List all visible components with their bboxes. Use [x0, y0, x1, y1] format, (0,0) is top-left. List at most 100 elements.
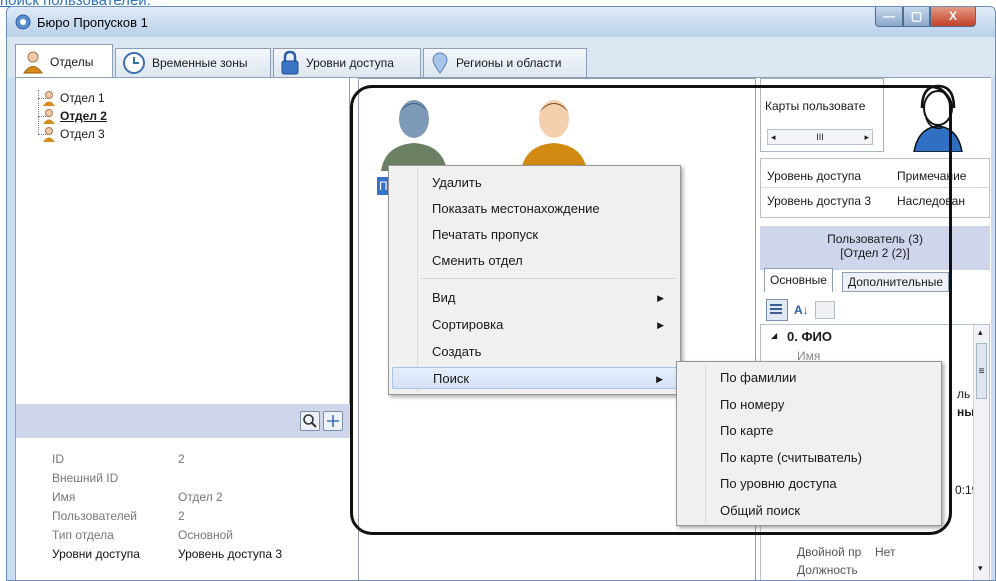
- categorized-icon: [770, 304, 782, 314]
- app-icon: [15, 14, 31, 30]
- tree-item-department-3[interactable]: Отдел 3: [42, 126, 105, 142]
- menu-item-label: Общий поиск: [720, 503, 801, 518]
- maximize-button[interactable]: ▢: [903, 7, 930, 27]
- menu-item-search-by-card-reader[interactable]: По карте (считыватель): [680, 447, 938, 469]
- menu-item-label: По фамилии: [720, 370, 797, 385]
- menu-item-label: По номеру: [720, 397, 785, 412]
- tree-item-label: Отдел 3: [60, 127, 105, 141]
- tree-item-department-1[interactable]: Отдел 1: [42, 90, 105, 106]
- section-title: 0. ФИО: [787, 329, 833, 344]
- department-panel: Отдел 1 Отдел 2 Отдел 3 ID 2 Внешний ID …: [16, 78, 350, 580]
- subtab-main[interactable]: Основные: [764, 268, 833, 292]
- vertical-scrollbar[interactable]: ▴ ≡ ▾: [973, 325, 989, 580]
- user-caption-line-2: [Отдел 2 (2)]: [840, 246, 910, 260]
- tab-label: Временные зоны: [152, 56, 248, 70]
- prop-row-id: ID 2: [52, 452, 185, 468]
- person-icon: [43, 127, 55, 142]
- tree-item-department-2[interactable]: Отдел 2: [42, 108, 107, 124]
- table-cell[interactable]: Наследован: [897, 194, 965, 208]
- menu-item-search[interactable]: Поиск ▶: [392, 367, 678, 389]
- prop-value: 2: [178, 452, 185, 466]
- person-icon: [23, 51, 43, 73]
- title-bar: Бюро Пропусков 1 — ▢ X: [7, 7, 995, 37]
- menu-item-view[interactable]: Вид ▶: [392, 287, 678, 309]
- search-button[interactable]: [300, 411, 320, 431]
- collapse-arrow[interactable]: ◢: [771, 331, 777, 340]
- minimize-button[interactable]: —: [875, 7, 903, 27]
- position-label: Должность: [797, 563, 858, 577]
- access-table: Уровень доступа Примечание Уровень досту…: [760, 158, 990, 218]
- location-pin-icon: [432, 52, 448, 74]
- prop-row-access-levels: Уровни доступа Уровень доступа 3: [52, 547, 282, 563]
- property-pages-button[interactable]: [814, 301, 835, 319]
- horizontal-scrollbar[interactable]: ◂ III ▸: [767, 129, 873, 145]
- menu-item-search-by-surname[interactable]: По фамилии: [680, 367, 938, 389]
- submenu-arrow-icon: ▶: [657, 320, 664, 330]
- menu-item-search-by-access-level[interactable]: По уровню доступа: [680, 473, 938, 495]
- person-icon: [43, 91, 55, 106]
- menu-item-search-by-card[interactable]: По карте: [680, 420, 938, 442]
- menu-item-sort[interactable]: Сортировка ▶: [392, 314, 678, 336]
- window-title: Бюро Пропусков 1: [37, 15, 148, 30]
- scroll-up-arrow[interactable]: ▴: [978, 327, 983, 338]
- scroll-thumb[interactable]: III: [816, 132, 824, 142]
- user-caption-line-1: Пользователь (3): [827, 232, 923, 246]
- prop-row-external-id: Внешний ID: [52, 471, 178, 487]
- menu-item-label: Сменить отдел: [432, 253, 523, 268]
- menu-item-label: Поиск: [433, 371, 470, 386]
- menu-item-label: Создать: [432, 344, 482, 359]
- menu-item-label: Сортировка: [432, 317, 504, 332]
- add-button[interactable]: [323, 411, 343, 431]
- alphabetical-sort-button[interactable]: A↓: [794, 303, 809, 317]
- lock-icon: [281, 50, 299, 75]
- scroll-right-arrow[interactable]: ▸: [864, 132, 869, 143]
- search-icon: [303, 414, 317, 428]
- menu-item-label: Удалить: [432, 175, 482, 190]
- tab-regions[interactable]: Регионы и области: [423, 48, 587, 77]
- scroll-thumb[interactable]: ≡: [976, 343, 987, 399]
- menu-item-create[interactable]: Создать: [392, 341, 678, 363]
- menu-item-change-department[interactable]: Сменить отдел: [392, 250, 678, 272]
- tab-departments[interactable]: Отделы: [15, 44, 113, 78]
- scroll-down-arrow[interactable]: ▾: [978, 563, 983, 574]
- property-toolbar: A↓: [766, 296, 990, 324]
- prop-key: Тип отдела: [52, 528, 114, 542]
- menu-separator: [421, 278, 676, 279]
- menu-item-print-pass[interactable]: Печатать пропуск: [392, 224, 678, 246]
- search-submenu: По фамилии По номеру По карте По карте (…: [676, 361, 942, 526]
- tab-time-zones[interactable]: Временные зоны: [115, 48, 271, 77]
- table-cell[interactable]: Уровень доступа 3: [767, 194, 871, 208]
- tab-label: Отделы: [50, 54, 94, 69]
- prop-key: Пользователей: [52, 509, 137, 523]
- menu-item-label: Вид: [432, 290, 456, 305]
- operator-headset-icon: [913, 84, 963, 153]
- clock-icon: [123, 52, 145, 74]
- person-icon: [43, 109, 55, 124]
- user-avatar-selected[interactable]: [379, 95, 449, 171]
- prop-key: Уровни доступа: [52, 547, 140, 561]
- tab-label: Уровни доступа: [306, 56, 394, 70]
- cards-header: Карты пользовате: [765, 99, 866, 113]
- prop-value: Основной: [178, 528, 234, 542]
- submenu-arrow-icon: ▶: [657, 293, 664, 303]
- column-header: Примечание: [897, 169, 967, 183]
- plus-icon: [327, 415, 339, 427]
- submenu-arrow-icon: ▶: [656, 374, 663, 384]
- menu-item-label: По карте: [720, 423, 774, 438]
- user-photo: [886, 78, 990, 153]
- subtab-additional[interactable]: Дополнительные: [842, 272, 949, 292]
- context-menu: Удалить Показать местонахождение Печатат…: [388, 165, 681, 395]
- close-button[interactable]: X: [930, 7, 976, 27]
- menu-item-search-by-number[interactable]: По номеру: [680, 394, 938, 416]
- scroll-left-arrow[interactable]: ◂: [771, 132, 776, 143]
- department-toolbar: [16, 404, 350, 438]
- menu-item-show-location[interactable]: Показать местонахождение: [392, 198, 678, 220]
- menu-item-general-search[interactable]: Общий поиск: [680, 500, 938, 522]
- categorized-button[interactable]: [766, 299, 788, 321]
- tab-access-levels[interactable]: Уровни доступа: [273, 48, 421, 77]
- menu-item-delete[interactable]: Удалить: [392, 172, 678, 194]
- tree-item-label: Отдел 1: [60, 91, 105, 105]
- user-avatar[interactable]: [519, 95, 589, 171]
- divider: [761, 187, 989, 188]
- tree-item-label: Отдел 2: [60, 109, 107, 123]
